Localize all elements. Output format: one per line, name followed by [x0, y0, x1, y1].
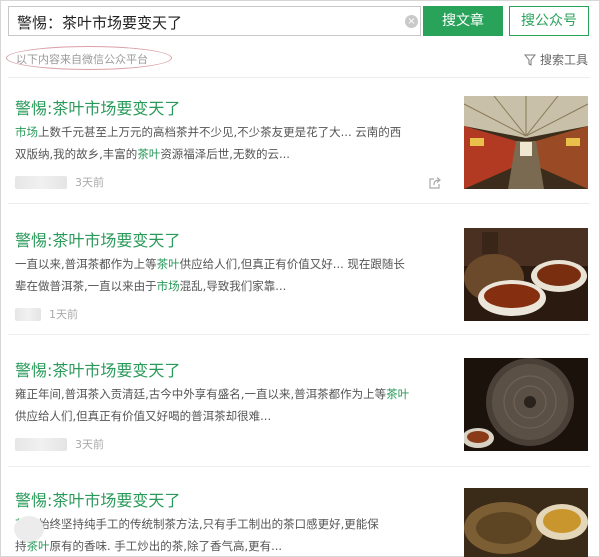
snippet-text: 一直以来,普洱茶都作为上等 — [15, 257, 157, 271]
result-title[interactable]: 警惕:茶叶市场要变天了 — [15, 227, 180, 251]
highlight-term: 茶叶 — [156, 257, 180, 271]
clear-icon[interactable]: × — [405, 15, 418, 28]
result-snippet: 一直以来,普洱茶都作为上等茶叶供应给人们,但真正有价值又好... 现在跟随长 辈… — [15, 253, 445, 297]
snippet-text: 资源福泽后世,无数的云... — [160, 147, 290, 161]
result-title[interactable]: 警惕:茶叶市场要变天了 — [15, 95, 180, 119]
search-articles-button[interactable]: 搜文章 — [423, 6, 503, 36]
result-title[interactable]: 警惕:茶叶市场要变天了 — [15, 487, 180, 511]
snippet-text: 始终坚持纯手工的传统制茶方法,只有手工制出的茶口感更好,更能保 — [38, 517, 379, 531]
result-snippet: 市场上数千元甚至上万元的高档茶并不少见,不少茶友更是花了大... 云南的西 双版… — [15, 121, 445, 165]
snippet-text: 双版纳,我的故乡,丰富的 — [15, 147, 138, 161]
result-meta: 1天前 — [15, 307, 78, 321]
snippet-text: 混乱,导致我们家靠... — [179, 279, 287, 293]
snippet-text: 上数千元甚至上万元的高档茶并不少见,不少茶友更是花了大... 云南的西 — [38, 125, 402, 139]
source-notice: 以下内容来自微信公众平台 — [16, 53, 148, 66]
search-tools-button[interactable]: 搜索工具 — [523, 51, 588, 68]
snippet-line: 茶叶始终坚持纯手工的传统制茶方法,只有手工制出的茶口感更好,更能保 — [15, 513, 445, 535]
snippet-line: 双版纳,我的故乡,丰富的茶叶资源福泽后世,无数的云... — [15, 143, 445, 165]
thumbnail-image[interactable] — [464, 488, 588, 557]
share-icon[interactable] — [428, 176, 442, 190]
publish-time: 1天前 — [49, 308, 78, 321]
snippet-line: 持茶叶原有的香味. 手工炒出的茶,除了香气高,更有... — [15, 535, 445, 557]
snippet-text: 辈在做普洱茶,一直以来由于 — [15, 279, 157, 293]
result-snippet: 雍正年间,普洱茶入贡清廷,古今中外享有盛名,一直以来,普洱茶都作为上等茶叶 供应… — [15, 383, 445, 427]
source-account-blurred[interactable] — [15, 307, 41, 321]
result-snippet: 茶叶始终坚持纯手工的传统制茶方法,只有手工制出的茶口感更好,更能保 持茶叶原有的… — [15, 513, 445, 557]
result-divider — [8, 466, 590, 467]
snippet-line: 一直以来,普洱茶都作为上等茶叶供应给人们,但真正有价值又好... 现在跟随长 — [15, 253, 445, 275]
publish-time: 3天前 — [75, 176, 104, 189]
thumbnail-image[interactable] — [464, 228, 588, 321]
publish-time: 3天前 — [75, 438, 104, 451]
filter-icon — [523, 54, 536, 66]
thumbnail-image[interactable] — [464, 358, 588, 451]
thumbnail-image[interactable] — [464, 96, 588, 189]
snippet-text: 供应给人们,但真正有价值又好... 现在跟随长 — [179, 257, 405, 271]
snippet-line: 供应给人们,但真正有价值又好喝的普洱茶却很难... — [15, 405, 445, 427]
snippet-line: 雍正年间,普洱茶入贡清廷,古今中外享有盛名,一直以来,普洱茶都作为上等茶叶 — [15, 383, 445, 405]
snippet-text: 原有的香味. 手工炒出的茶,除了香气高,更有... — [49, 539, 283, 553]
snippet-text: 供应给人们,但真正有价值又好喝的普洱茶却很难... — [15, 409, 272, 423]
highlight-term: 市场 — [156, 279, 180, 293]
search-input[interactable] — [17, 12, 387, 32]
highlight-term: 茶叶 — [386, 387, 410, 401]
result-meta: 3天前 — [15, 175, 104, 189]
source-avatar-blurred[interactable] — [14, 516, 44, 542]
snippet-text: 雍正年间,普洱茶入贡清廷,古今中外享有盛名,一直以来,普洱茶都作为上等 — [15, 387, 387, 401]
result-divider — [8, 334, 590, 335]
highlight-term: 市场 — [15, 125, 38, 139]
search-tools-label: 搜索工具 — [539, 53, 588, 67]
result-divider — [8, 203, 590, 204]
source-account-blurred[interactable] — [15, 175, 67, 189]
source-account-blurred[interactable] — [15, 437, 67, 451]
snippet-line: 辈在做普洱茶,一直以来由于市场混乱,导致我们家靠... — [15, 275, 445, 297]
highlight-term: 茶叶 — [137, 147, 161, 161]
result-meta: 3天前 — [15, 437, 104, 451]
header-divider — [8, 77, 590, 78]
search-box[interactable]: × — [8, 6, 421, 36]
snippet-line: 市场上数千元甚至上万元的高档茶并不少见,不少茶友更是花了大... 云南的西 — [15, 121, 445, 143]
search-accounts-button[interactable]: 搜公众号 — [509, 6, 589, 36]
result-title[interactable]: 警惕:茶叶市场要变天了 — [15, 357, 180, 381]
